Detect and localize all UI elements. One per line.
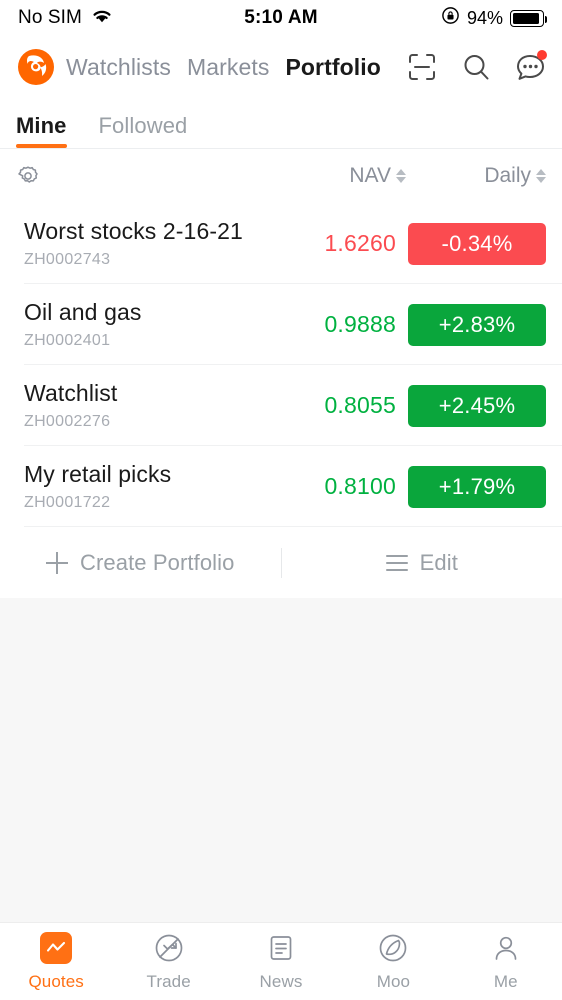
column-header-nav[interactable]: NAV xyxy=(288,164,406,188)
trade-icon xyxy=(152,931,186,965)
bottom-tab-trade[interactable]: Trade xyxy=(112,931,224,992)
app-screen: No SIM 5:10 AM 94% Watchlists Markets Po… xyxy=(0,0,562,1000)
bottom-tab-quotes[interactable]: Quotes xyxy=(0,931,112,992)
header-nav: Watchlists Markets Portfolio xyxy=(66,54,381,81)
person-icon xyxy=(489,931,523,965)
quotes-icon xyxy=(39,931,73,965)
bottom-tab-moo-label: Moo xyxy=(376,972,411,991)
rotation-lock-icon xyxy=(441,6,460,30)
column-header-daily-label: Daily xyxy=(484,164,531,187)
edit-label: Edit xyxy=(419,549,458,575)
tab-active-underline xyxy=(16,144,67,148)
battery-icon xyxy=(510,9,547,27)
bottom-tab-me[interactable]: Me xyxy=(450,931,562,992)
tab-mine-label: Mine xyxy=(16,113,67,138)
column-header-daily[interactable]: Daily xyxy=(406,164,546,188)
portfolio-name: Oil and gas xyxy=(24,298,142,325)
nav-item-watchlists[interactable]: Watchlists xyxy=(66,54,171,81)
moomoo-logo-icon xyxy=(16,47,56,87)
table-row[interactable]: My retail picks ZH0001722 0.8100 +1.79% xyxy=(0,446,562,527)
moon-icon xyxy=(376,931,410,965)
portfolio-daily-badge: +1.79% xyxy=(408,465,546,508)
chat-dots-icon[interactable] xyxy=(514,50,547,83)
bottom-tab-trade-label: Trade xyxy=(146,972,191,991)
portfolio-name: Watchlist xyxy=(24,379,118,406)
nav-item-portfolio[interactable]: Portfolio xyxy=(285,54,380,81)
sort-arrows-icon xyxy=(396,169,406,183)
battery-percent-label: 94% xyxy=(466,7,503,28)
bottom-tab-me-label: Me xyxy=(493,972,518,991)
bottom-tab-moo[interactable]: Moo xyxy=(337,931,449,992)
create-portfolio-button[interactable]: Create Portfolio xyxy=(0,550,281,576)
portfolio-nav-value: 1.6260 xyxy=(324,230,396,256)
portfolio-daily-badge: +2.83% xyxy=(408,303,546,346)
column-header-nav-label: NAV xyxy=(349,164,391,187)
notification-badge xyxy=(537,50,547,60)
portfolio-code: ZH0002743 xyxy=(24,251,111,269)
portfolio-info: My retail picks ZH0001722 xyxy=(24,461,290,512)
portfolio-name: Worst stocks 2-16-21 xyxy=(24,217,243,244)
table-row[interactable]: Watchlist ZH0002276 0.8055 +2.45% xyxy=(0,365,562,446)
tab-followed[interactable]: Followed xyxy=(99,113,188,148)
app-header: Watchlists Markets Portfolio xyxy=(0,36,562,98)
table-row[interactable]: Worst stocks 2-16-21 ZH0002743 1.6260 -0… xyxy=(0,203,562,284)
portfolio-code: ZH0002401 xyxy=(24,332,111,350)
portfolio-info: Worst stocks 2-16-21 ZH0002743 xyxy=(24,218,290,269)
status-bar-right: 94% xyxy=(441,6,547,30)
portfolio-daily-badge: -0.34% xyxy=(408,222,546,265)
portfolio-code: ZH0002276 xyxy=(24,413,111,431)
bottom-tab-quotes-label: Quotes xyxy=(28,972,84,991)
list-actions: Create Portfolio Edit xyxy=(0,527,562,598)
bottom-tab-bar: Quotes Trade News Moo Me xyxy=(0,922,562,1000)
edit-button[interactable]: Edit xyxy=(282,550,562,576)
table-row[interactable]: Oil and gas ZH0002401 0.9888 +2.83% xyxy=(0,284,562,365)
create-portfolio-label: Create Portfolio xyxy=(80,549,235,575)
list-column-header: NAV Daily xyxy=(0,149,562,203)
search-icon[interactable] xyxy=(460,51,492,83)
portfolio-daily-badge: +2.45% xyxy=(408,384,546,427)
bottom-tab-news-label: News xyxy=(259,972,303,991)
scan-icon[interactable] xyxy=(406,51,438,83)
tab-mine[interactable]: Mine xyxy=(16,113,67,148)
portfolio-nav-value: 0.9888 xyxy=(324,311,396,337)
portfolio-list: Worst stocks 2-16-21 ZH0002743 1.6260 -0… xyxy=(0,203,562,598)
portfolio-info: Watchlist ZH0002276 xyxy=(24,380,290,431)
portfolio-code: ZH0001722 xyxy=(24,494,111,512)
portfolio-info: Oil and gas ZH0002401 xyxy=(24,299,290,350)
header-icons xyxy=(406,50,547,83)
nav-item-markets[interactable]: Markets xyxy=(187,54,270,81)
news-icon xyxy=(264,931,298,965)
status-bar: No SIM 5:10 AM 94% xyxy=(0,0,562,36)
portfolio-nav-value: 0.8100 xyxy=(324,473,396,499)
tab-followed-label: Followed xyxy=(98,113,188,138)
plus-icon xyxy=(46,551,69,574)
gear-icon[interactable] xyxy=(16,164,40,188)
segment-tabs: Mine Followed xyxy=(0,98,562,148)
portfolio-nav-value: 0.8055 xyxy=(324,392,396,418)
bottom-tab-news[interactable]: News xyxy=(225,931,337,992)
portfolio-name: My retail picks xyxy=(24,460,172,487)
hamburger-icon xyxy=(385,554,408,571)
sort-arrows-icon xyxy=(536,169,546,183)
